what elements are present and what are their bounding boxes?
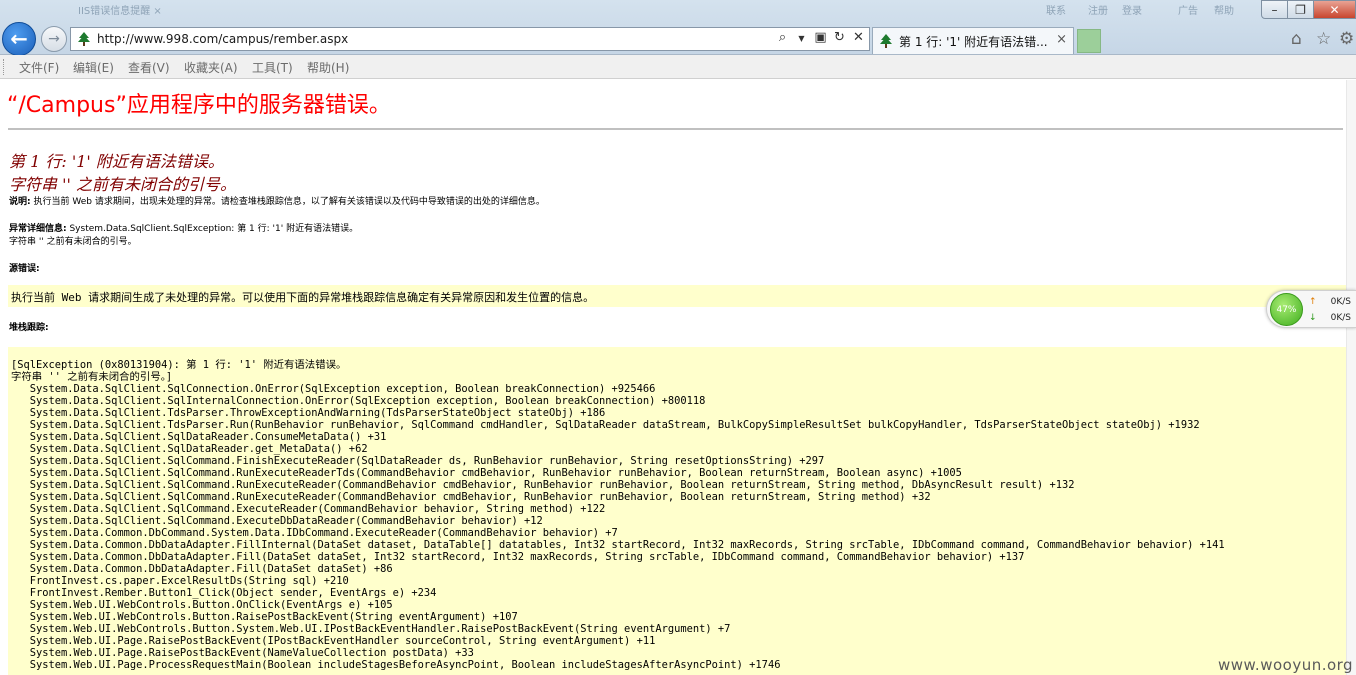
page-content: “/Campus”应用程序中的服务器错误。 第 1 行: '1' 附近有语法错误… xyxy=(0,80,1356,675)
page-title: “/Campus”应用程序中的服务器错误。 xyxy=(7,93,391,118)
compatibility-icon[interactable]: ▣ xyxy=(813,30,828,48)
maximize-button[interactable]: ❐ xyxy=(1287,0,1314,19)
description: 说明: 执行当前 Web 请求期间，出现未处理的异常。请检查堆栈跟踪信息，以了解… xyxy=(9,194,545,207)
background-link[interactable]: 联系 xyxy=(1046,2,1066,24)
browser-chrome: IIS错误信息提醒 × 联系 注册 登录 广告 帮助 ← → http://ww… xyxy=(0,0,1356,56)
active-tab[interactable]: 第 1 行: '1' 附近有语法错... × xyxy=(872,27,1074,54)
download-speed-value: 0K/S xyxy=(1330,313,1351,323)
close-window-button[interactable]: ✕ xyxy=(1313,0,1356,19)
minimize-icon: – xyxy=(1271,2,1278,17)
description-text: 执行当前 Web 请求期间，出现未处理的异常。请检查堆栈跟踪信息，以了解有关该错… xyxy=(30,197,545,207)
url-text[interactable]: http://www.998.com/campus/rember.aspx xyxy=(97,32,348,46)
address-bar[interactable]: http://www.998.com/campus/rember.aspx ⌕ … xyxy=(70,27,870,51)
arrow-left-icon: ← xyxy=(10,27,28,51)
background-link[interactable]: 登录 xyxy=(1122,2,1142,24)
search-icon[interactable]: ⌕ xyxy=(775,30,790,48)
heading-divider xyxy=(8,128,1343,130)
toolbar-grip[interactable] xyxy=(3,59,6,75)
dropdown-icon[interactable]: ▼ xyxy=(794,30,809,48)
exception-label: 异常详细信息: xyxy=(9,224,67,234)
back-button[interactable]: ← xyxy=(2,22,36,56)
background-link[interactable]: 帮助 xyxy=(1214,2,1234,24)
stack-trace-text: [SqlException (0x80131904): 第 1 行: '1' 附… xyxy=(11,359,1225,671)
menu-file[interactable]: 文件(F) xyxy=(19,59,59,76)
gear-icon[interactable]: ⚙ xyxy=(1339,29,1354,49)
menu-favorites[interactable]: 收藏夹(A) xyxy=(184,59,238,76)
stack-trace-box: [SqlException (0x80131904): 第 1 行: '1' 附… xyxy=(8,347,1346,675)
tab-title: 第 1 行: '1' 附近有语法错... xyxy=(899,35,1048,49)
source-error-label: 源错误: xyxy=(9,261,40,274)
minimize-button[interactable]: – xyxy=(1261,0,1288,19)
arrow-right-icon: → xyxy=(48,31,60,47)
source-error-box: 执行当前 Web 请求期间生成了未处理的异常。可以使用下面的异常堆栈跟踪信息确定… xyxy=(8,285,1346,307)
tree-favicon-icon xyxy=(880,34,892,48)
new-tab-button[interactable] xyxy=(1077,29,1101,53)
background-link[interactable]: 广告 xyxy=(1178,2,1198,24)
tree-favicon-icon xyxy=(78,32,90,46)
forward-button[interactable]: → xyxy=(41,26,67,52)
refresh-icon[interactable]: ↻ xyxy=(832,30,847,48)
home-icon[interactable]: ⌂ xyxy=(1291,29,1302,49)
exception-details: 异常详细信息: System.Data.SqlClient.SqlExcepti… xyxy=(9,221,358,234)
close-tab-icon[interactable]: × xyxy=(1056,32,1067,47)
download-arrow-icon: ↓ xyxy=(1309,313,1317,323)
maximize-icon: ❐ xyxy=(1295,2,1306,17)
background-tab[interactable]: IIS错误信息提醒 × xyxy=(78,2,162,24)
favorites-star-icon[interactable]: ☆ xyxy=(1316,29,1331,49)
background-link[interactable]: 注册 xyxy=(1088,2,1108,24)
watermark: www.wooyun.org xyxy=(1218,656,1354,674)
stack-trace-label-text: 堆栈跟踪: xyxy=(9,323,49,333)
network-speed-widget[interactable]: 47% ↑ 0K/S ↓ 0K/S xyxy=(1266,290,1356,328)
speed-percent-badge: 47% xyxy=(1270,293,1303,326)
menu-help[interactable]: 帮助(H) xyxy=(307,59,349,76)
exception-text-line2: 字符串 '' 之前有未闭合的引号。 xyxy=(9,237,137,247)
stop-icon[interactable]: ✕ xyxy=(851,30,866,48)
stack-trace-label: 堆栈跟踪: xyxy=(9,320,49,333)
upload-speed-value: 0K/S xyxy=(1330,297,1351,307)
vertical-scrollbar[interactable] xyxy=(1346,80,1356,675)
address-tools: ⌕ ▼ ▣ ↻ ✕ xyxy=(775,30,866,48)
description-label: 说明: xyxy=(9,197,31,207)
menu-tools[interactable]: 工具(T) xyxy=(252,59,293,76)
source-error-label-text: 源错误: xyxy=(9,264,40,274)
menu-edit[interactable]: 编辑(E) xyxy=(73,59,114,76)
menu-bar: 文件(F) 编辑(E) 查看(V) 收藏夹(A) 工具(T) 帮助(H) xyxy=(0,55,1356,79)
error-title: 第 1 行: '1' 附近有语法错误。 xyxy=(9,152,224,171)
exception-text: System.Data.SqlClient.SqlException: 第 1 … xyxy=(66,224,359,234)
menu-view[interactable]: 查看(V) xyxy=(128,59,170,76)
close-icon: ✕ xyxy=(1329,2,1340,17)
upload-arrow-icon: ↑ xyxy=(1309,297,1317,307)
error-subtitle: 字符串 '' 之前有未闭合的引号。 xyxy=(9,175,236,194)
